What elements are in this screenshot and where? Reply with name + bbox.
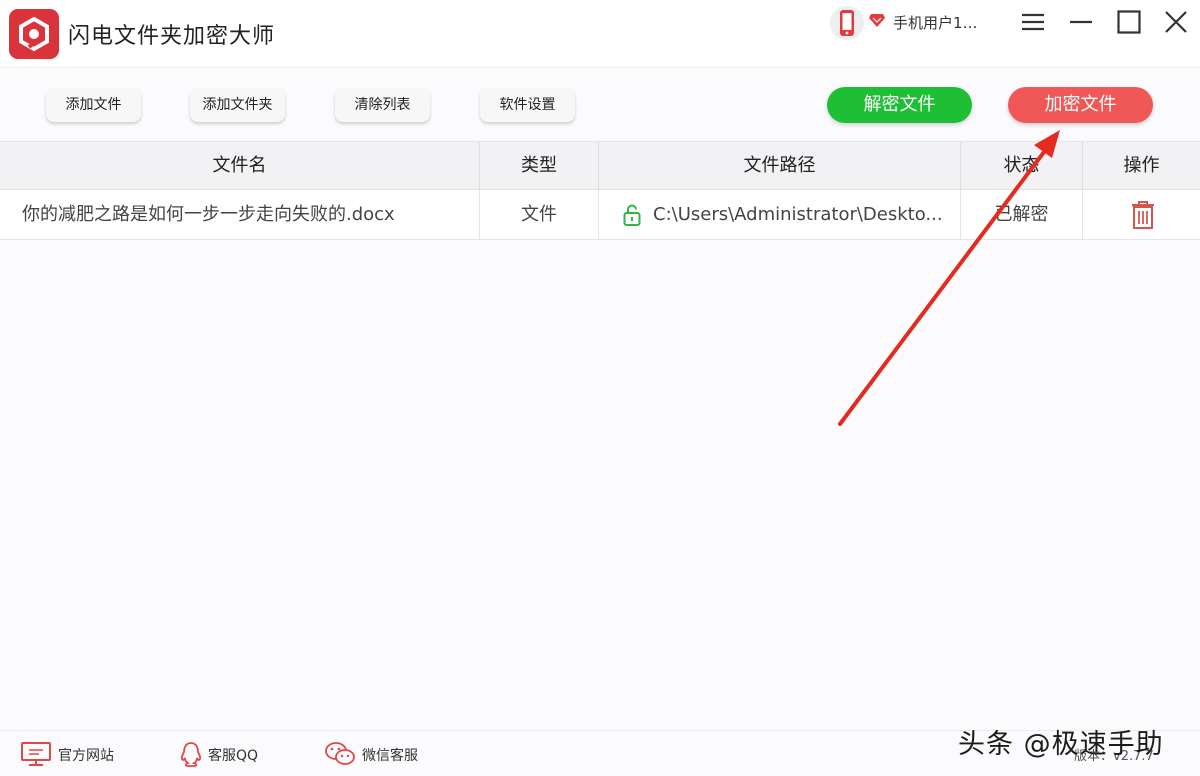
qq-icon [181,742,201,767]
column-header-type[interactable]: 类型 [480,142,599,190]
close-icon[interactable] [1159,6,1193,38]
user-name[interactable]: 手机用户1… [893,12,978,33]
qq-support-link[interactable]: 客服QQ [176,741,286,767]
qq-support-label: 客服QQ [208,748,259,764]
phone-icon[interactable] [830,6,864,40]
add-file-button[interactable]: 添加文件 [46,88,141,122]
file-path-text: C:\Users\Administrator\Deskto... [653,204,943,225]
wechat-support-label: 微信客服 [362,748,418,764]
toolbar: 添加文件 添加文件夹 清除列表 软件设置 解密文件 加密文件 [0,69,1200,141]
wechat-icon [325,742,355,765]
app-title: 闪电文件夹加密大师 [68,24,276,49]
encrypt-button[interactable]: 加密文件 [1008,87,1153,123]
minimize-icon[interactable] [1064,6,1098,38]
add-folder-button[interactable]: 添加文件夹 [190,88,285,122]
unlock-icon [623,204,641,226]
vip-diamond-icon [869,14,885,27]
table-header: 文件名 类型 文件路径 状态 操作 [0,141,1200,190]
decrypt-button[interactable]: 解密文件 [827,87,972,123]
clear-list-button[interactable]: 清除列表 [335,88,430,122]
file-path-cell: C:\Users\Administrator\Deskto... [599,190,961,239]
maximize-icon[interactable] [1112,6,1146,38]
app-window: 闪电文件夹加密大师 手机用户1… 添加文件 添加文件夹 清除列表 软件设置 解密… [0,0,1200,776]
app-logo-icon [9,9,59,59]
trash-icon[interactable] [1131,200,1155,230]
official-website-label: 官方网站 [58,748,114,764]
watermark-text: 头条 @极速手助 [958,729,1164,760]
wechat-support-link[interactable]: 微信客服 [324,741,434,767]
status-cell: 已解密 [961,190,1083,239]
settings-button[interactable]: 软件设置 [480,88,575,122]
column-header-status[interactable]: 状态 [961,142,1083,190]
column-header-action[interactable]: 操作 [1083,142,1200,190]
column-header-name[interactable]: 文件名 [0,142,480,190]
action-cell [1083,190,1200,239]
file-type-cell: 文件 [480,190,599,239]
column-header-path[interactable]: 文件路径 [599,142,961,190]
monitor-icon [21,742,51,766]
title-bar: 闪电文件夹加密大师 手机用户1… [0,0,1200,68]
table-row[interactable]: 你的减肥之路是如何一步一步走向失败的.docx 文件 C:\Users\Admi… [0,190,1200,240]
official-website-link[interactable]: 官方网站 [20,741,130,767]
menu-icon[interactable] [1016,6,1050,38]
file-name-cell: 你的减肥之路是如何一步一步走向失败的.docx [0,190,480,239]
